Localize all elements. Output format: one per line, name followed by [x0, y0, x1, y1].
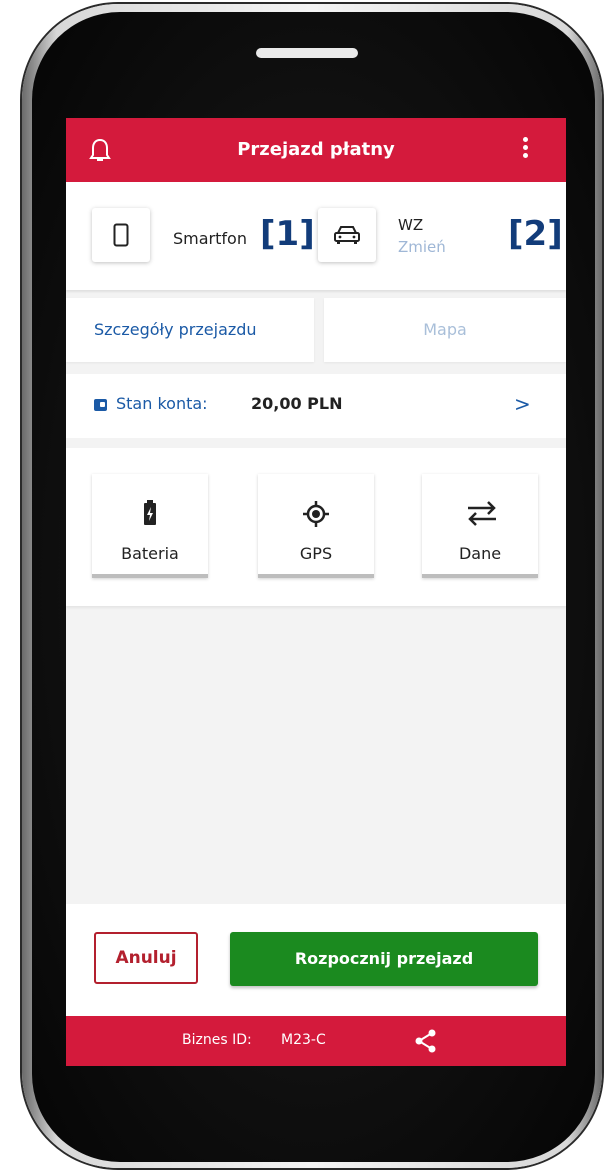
page-title: Przejazd płatny [237, 139, 395, 160]
smartphone-icon [113, 223, 129, 247]
phone-speaker [256, 48, 358, 58]
top-bar: Przejazd płatny [66, 118, 566, 182]
account-balance-label: Stan konta: [116, 394, 208, 413]
vehicle-button[interactable] [318, 208, 376, 262]
battery-label: Bateria [121, 544, 179, 563]
marker-label-1: [1] [260, 214, 315, 254]
battery-charging-icon [144, 500, 156, 525]
device-type-label: Smartfon [173, 229, 247, 248]
marker-label-2: [2] [508, 214, 563, 254]
app-screen: Przejazd płatny Smartfon [1] WZ Zmień [2… [66, 118, 566, 1066]
data-transfer-icon [468, 501, 496, 526]
account-balance-row[interactable]: Stan konta: 20,00 PLN > [66, 374, 566, 438]
more-menu-icon[interactable] [520, 134, 530, 166]
business-id-label: Biznes ID: [182, 1032, 252, 1048]
device-card: Smartfon [1] WZ Zmień [2] [66, 182, 566, 290]
footer-bar: Biznes ID: M23-C [66, 1016, 566, 1066]
business-id-value: M23-C [281, 1032, 326, 1048]
tab-map[interactable]: Mapa [324, 298, 566, 362]
gps-tile[interactable]: GPS [258, 474, 374, 578]
chevron-right-icon: > [514, 392, 531, 416]
cancel-button[interactable]: Anuluj [94, 932, 198, 984]
smartphone-button[interactable] [92, 208, 150, 262]
action-bar: Anuluj Rozpocznij przejazd [66, 904, 566, 1016]
change-vehicle-link[interactable]: Zmień [398, 238, 446, 256]
wallet-icon [94, 399, 107, 411]
car-icon [334, 226, 360, 244]
account-balance-value: 20,00 PLN [251, 394, 343, 413]
data-label: Dane [458, 544, 502, 563]
tab-trip-details[interactable]: Szczegóły przejazdu [66, 298, 314, 362]
vehicle-code: WZ [398, 216, 424, 234]
gps-target-icon [303, 501, 329, 527]
battery-tile[interactable]: Bateria [92, 474, 208, 578]
data-tile[interactable]: Dane [422, 474, 538, 578]
gps-label: GPS [299, 544, 333, 563]
status-tiles-panel: Bateria GPS Dane [66, 448, 566, 606]
start-trip-button[interactable]: Rozpocznij przejazd [230, 932, 538, 986]
share-icon[interactable] [415, 1029, 437, 1053]
